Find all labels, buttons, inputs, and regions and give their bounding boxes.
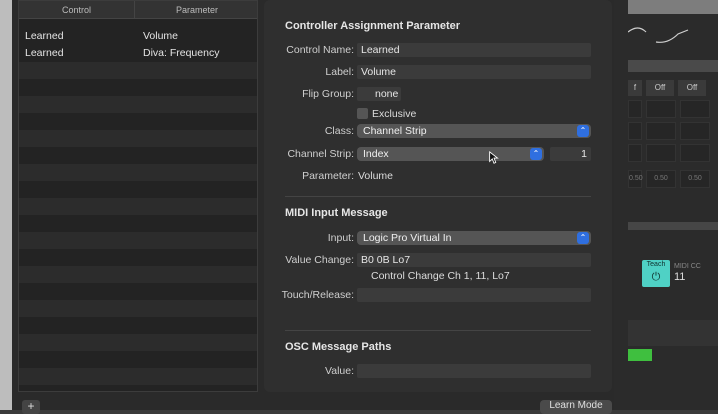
section-title-osc: OSC Message Paths [285,341,392,353]
exclusive-checkbox[interactable] [357,108,368,119]
channel-strip-popup[interactable]: Index ⌃ [357,147,544,161]
control-name-label: Control Name: [286,44,354,56]
column-header-control[interactable]: Control [19,1,135,18]
section-title-assignment: Controller Assignment Parameter [285,20,461,32]
flip-group-label: Flip Group: [302,88,354,100]
empty-row [19,62,257,79]
class-popup[interactable]: Channel Strip ⌃ [357,124,591,138]
class-label: Class: [324,125,354,137]
table-row[interactable]: Learned Diva: Frequency [19,45,257,62]
touch-release-label: Touch/Release: [281,289,354,301]
class-popup-value: Channel Strip [363,125,427,137]
assignments-table: Control Parameter Learned Volume Learned… [18,0,258,392]
empty-row [19,334,257,351]
input-label: Input: [327,232,354,244]
midi-cc-value: 11 [674,271,686,283]
table-row[interactable]: Learned Volume [19,28,257,45]
background-window-edge [0,0,12,410]
empty-row [19,266,257,283]
mouse-cursor-icon [489,151,499,164]
parameter-value: Volume [358,170,394,182]
channel-strip-label: Channel Strip: [287,148,354,160]
chevron-updown-icon: ⌃ [577,125,589,137]
midi-cc-box: MIDI CC 11 [674,262,714,288]
empty-row [19,130,257,147]
parameter-label: Parameter: [302,170,354,182]
empty-row [19,96,257,113]
label-field[interactable]: Volume [357,65,591,79]
off-button-row: f Off Off [628,80,718,96]
cell-control: Learned [25,30,64,42]
midi-input-popup[interactable]: Logic Pro Virtual In ⌃ [357,231,591,245]
value-change-field[interactable]: B0 0B Lo7 [357,253,591,267]
cell-control: Learned [25,47,64,59]
plugin-divider [628,222,718,230]
separator [285,196,591,197]
empty-row [19,232,257,249]
flip-group-field[interactable]: none [357,87,401,101]
envelope-curve-icon [628,27,689,43]
separator [285,330,591,331]
chevron-updown-icon: ⌃ [530,148,542,160]
grid-value: 0.50 [680,170,710,188]
grid-value: 0.50 [646,170,676,188]
teach-label: Teach [646,261,666,268]
touch-release-field[interactable] [357,288,591,302]
osc-value-label: Value: [325,365,354,377]
power-icon: ⏻ [651,271,661,283]
label-label: Label: [325,66,354,78]
column-header-parameter[interactable]: Parameter [135,1,257,18]
add-button[interactable]: + [22,400,40,414]
grid-value: 0.50 [628,170,643,188]
plugin-lower-band [628,320,718,346]
teach-button[interactable]: Teach ⏻ [642,260,670,287]
midi-cc-label: MIDI CC [674,263,701,270]
level-meter [628,349,652,361]
section-title-midi: MIDI Input Message [285,207,388,219]
empty-row [19,198,257,215]
cell-parameter: Volume [143,30,179,42]
learn-mode-button[interactable]: Learn Mode [540,400,612,414]
chevron-updown-icon: ⌃ [577,232,589,244]
channel-strip-popup-value: Index [363,148,389,160]
table-header: Control Parameter [19,1,257,19]
off-button[interactable]: Off [646,80,674,96]
plugin-grid: 0.50 0.50 0.50 [628,100,718,190]
background-plugin-header [628,0,718,14]
midi-input-popup-value: Logic Pro Virtual In [363,232,452,244]
value-change-description: Control Change Ch 1, 11, Lo7 [371,270,510,282]
empty-row [19,300,257,317]
off-button[interactable]: Off [678,80,706,96]
channel-strip-number-field[interactable]: 1 [550,147,591,161]
off-button[interactable]: f [628,80,642,96]
empty-row [19,368,257,385]
osc-value-field[interactable] [357,364,591,378]
value-change-label: Value Change: [285,254,354,266]
empty-row [19,164,257,181]
control-name-field[interactable]: Learned [357,43,591,57]
background-plugin-band [628,60,718,72]
exclusive-label: Exclusive [372,108,417,120]
